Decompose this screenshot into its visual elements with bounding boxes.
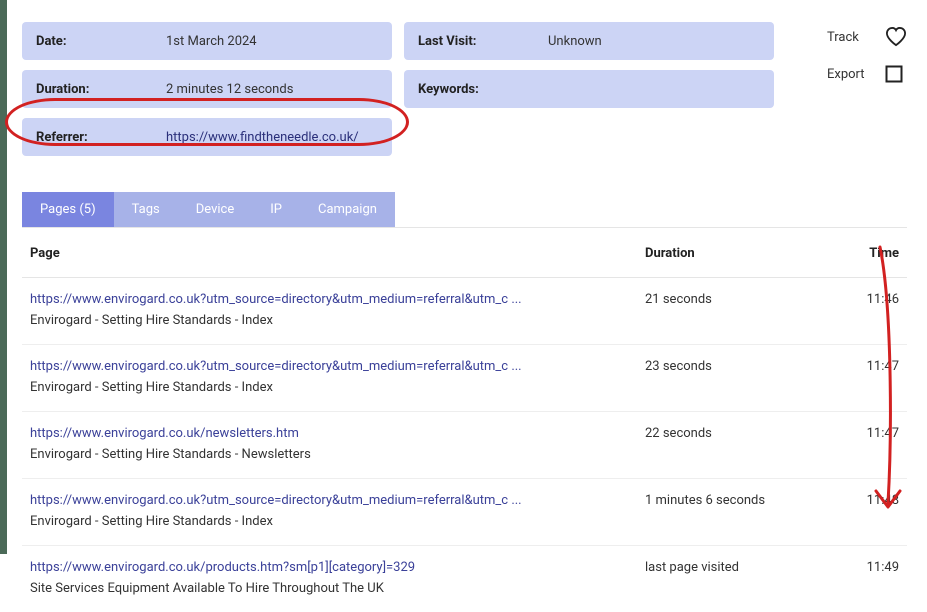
tabs: Pages (5) Tags Device IP Campaign [22,192,907,228]
pages-table: Page Duration Time https://www.envirogar… [22,228,907,612]
square-icon [885,65,903,83]
field-duration: Duration: 2 minutes 12 seconds [22,70,392,108]
col-time: Time [837,228,907,278]
page-url[interactable]: https://www.envirogard.co.uk?utm_source=… [30,359,629,374]
visit-summary-fields: Date: 1st March 2024 Last Visit: Unknown… [22,22,799,166]
left-stripe [0,0,7,554]
field-date-value: 1st March 2024 [166,34,257,49]
tab-ip[interactable]: IP [252,192,300,227]
row-time: 11:46 [837,278,907,345]
row-duration: 21 seconds [637,278,837,345]
row-time: 11:47 [837,412,907,479]
table-row: https://www.envirogard.co.uk?utm_source=… [22,278,907,345]
page-url[interactable]: https://www.envirogard.co.uk/products.ht… [30,560,629,575]
export-label: Export [827,67,877,82]
field-duration-value: 2 minutes 12 seconds [166,82,293,97]
table-row: https://www.envirogard.co.uk/newsletters… [22,412,907,479]
field-keywords: Keywords: [404,70,774,108]
tab-tags[interactable]: Tags [114,192,178,227]
table-row: https://www.envirogard.co.uk/products.ht… [22,546,907,612]
page-title: Envirogard - Setting Hire Standards - In… [30,313,273,328]
row-duration: last page visited [637,546,837,612]
field-referrer-value[interactable]: https://www.findtheneedle.co.uk/ [166,130,359,145]
field-lastvisit: Last Visit: Unknown [404,22,774,60]
col-duration: Duration [637,228,837,278]
field-date-label: Date: [36,34,166,49]
page-title: Site Services Equipment Available To Hir… [30,581,384,596]
tab-pages[interactable]: Pages (5) [22,192,114,227]
page-url[interactable]: https://www.envirogard.co.uk?utm_source=… [30,292,629,307]
row-time: 11:48 [837,479,907,546]
field-duration-label: Duration: [36,82,166,97]
col-page: Page [22,228,637,278]
row-duration: 22 seconds [637,412,837,479]
field-lastvisit-label: Last Visit: [418,34,548,49]
page-title: Envirogard - Setting Hire Standards - In… [30,514,273,529]
field-keywords-label: Keywords: [418,82,548,97]
field-referrer: Referrer: https://www.findtheneedle.co.u… [22,118,392,156]
page-url[interactable]: https://www.envirogard.co.uk?utm_source=… [30,493,629,508]
row-time: 11:47 [837,345,907,412]
page-title: Envirogard - Setting Hire Standards - In… [30,380,273,395]
field-referrer-label: Referrer: [36,130,166,145]
row-duration: 1 minutes 6 seconds [637,479,837,546]
export-button[interactable]: Export [827,65,907,83]
tab-campaign[interactable]: Campaign [300,192,395,227]
table-row: https://www.envirogard.co.uk?utm_source=… [22,479,907,546]
field-date: Date: 1st March 2024 [22,22,392,60]
row-time: 11:49 [837,546,907,612]
track-button[interactable]: Track [827,27,907,47]
table-row: https://www.envirogard.co.uk?utm_source=… [22,345,907,412]
tab-device[interactable]: Device [178,192,253,227]
page-url[interactable]: https://www.envirogard.co.uk/newsletters… [30,426,629,441]
field-lastvisit-value: Unknown [548,34,602,49]
row-duration: 23 seconds [637,345,837,412]
page-title: Envirogard - Setting Hire Standards - Ne… [30,447,311,462]
track-label: Track [827,30,877,45]
heart-icon [885,27,907,47]
